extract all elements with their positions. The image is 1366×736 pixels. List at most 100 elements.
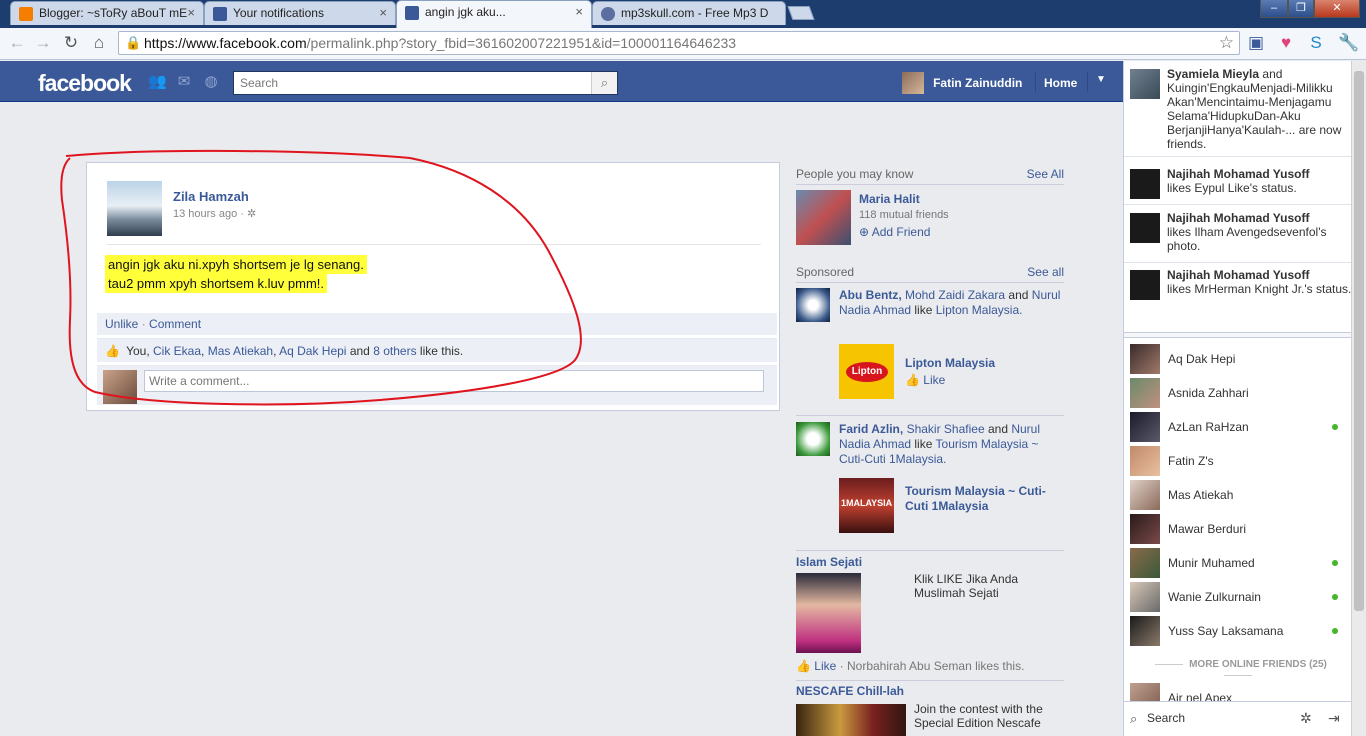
- notifications-globe-icon[interactable]: ◍: [202, 74, 220, 90]
- ad-image[interactable]: [796, 704, 906, 736]
- like-page-button[interactable]: 👍 Like: [796, 659, 836, 673]
- chat-friend[interactable]: Mawar Berduri: [1124, 514, 1352, 544]
- ticker-story[interactable]: Najihah Mohamad Yusoff likes Eypul Like's…: [1124, 167, 1352, 205]
- suggested-friend-name[interactable]: Maria Halit: [859, 192, 920, 206]
- facebook-logo[interactable]: facebook: [38, 70, 132, 97]
- forward-icon[interactable]: →: [32, 32, 54, 54]
- comment-input[interactable]: Write a comment...: [144, 370, 764, 392]
- address-bar[interactable]: 🔒 https://www.facebook.com/permalink.php…: [118, 31, 1240, 55]
- reload-icon[interactable]: ↻: [60, 32, 82, 54]
- gear-icon[interactable]: ✲: [247, 208, 256, 220]
- home-icon[interactable]: ⌂: [88, 32, 110, 54]
- author-name[interactable]: Zila Hamzah: [173, 189, 249, 204]
- avatar: [1130, 412, 1160, 442]
- liker-link[interactable]: Cik Ekaa: [153, 344, 201, 358]
- url-text: https://www.facebook.com/permalink.php?s…: [144, 35, 737, 51]
- divider: [107, 244, 761, 245]
- skype-icon[interactable]: S: [1306, 33, 1326, 53]
- ad-image[interactable]: [796, 573, 861, 653]
- add-friend-button[interactable]: ⊕ Add Friend: [859, 225, 930, 239]
- message-line: tau2 pmm xpyh shortsem k.luv pmm!.: [105, 274, 328, 293]
- close-tab-icon[interactable]: ×: [379, 5, 387, 20]
- divider: [796, 680, 1064, 681]
- thumbs-up-icon: 👍: [105, 344, 120, 358]
- search-icon[interactable]: ⌕: [591, 72, 617, 94]
- story-actions: Unlike · Comment: [97, 313, 777, 335]
- ad-title[interactable]: Islam Sejati: [796, 555, 862, 569]
- comment-link[interactable]: Comment: [149, 317, 201, 331]
- ad-nescafe: NESCAFE Chill-lah Join the contest with …: [796, 684, 1064, 736]
- ad-title[interactable]: Lipton Malaysia: [905, 356, 995, 370]
- chat-friend[interactable]: AzLan RaHzan: [1124, 412, 1352, 442]
- close-window-button[interactable]: ✕: [1314, 0, 1360, 18]
- page-scrollbar[interactable]: [1351, 61, 1366, 736]
- divider: [796, 550, 1064, 551]
- ticker-story[interactable]: Najihah Mohamad Yusoff likes MrHerman Kni…: [1124, 268, 1352, 320]
- chat-friend[interactable]: Wanie Zulkurnain: [1124, 582, 1352, 612]
- author-avatar[interactable]: [107, 181, 162, 236]
- see-all-link[interactable]: See all: [1027, 265, 1064, 279]
- user-name: Fatin Zainuddin: [933, 76, 1023, 90]
- lipton-logo[interactable]: Lipton: [839, 344, 894, 399]
- browser-tab-blogger[interactable]: Blogger: ~sToRy aBouT mE ×: [10, 1, 204, 25]
- browser-tab-strip: Blogger: ~sToRy aBouT mE × Your notifica…: [0, 0, 1366, 28]
- chat-friend[interactable]: Mas Atiekah: [1124, 480, 1352, 510]
- avatar: [796, 422, 830, 456]
- new-tab-button[interactable]: [787, 6, 815, 20]
- ad-tourism-malaysia: Farid Azlin, Shakir Shafiee and Nurul Na…: [796, 422, 1064, 542]
- chat-friend[interactable]: Air nel Apex: [1124, 683, 1352, 701]
- see-all-link[interactable]: See All: [1027, 167, 1064, 181]
- search-input[interactable]: Search ⌕: [233, 71, 618, 95]
- like-page-button[interactable]: 👍 Like: [905, 373, 945, 387]
- avatar: [1130, 213, 1160, 243]
- comment-box: Write a comment...: [97, 365, 777, 405]
- chat-friend[interactable]: Asnida Zahhari: [1124, 378, 1352, 408]
- heart-icon[interactable]: ♥: [1276, 33, 1296, 53]
- close-tab-icon[interactable]: ×: [187, 5, 195, 20]
- chat-friend[interactable]: Yuss Say Laksamana: [1124, 616, 1352, 646]
- unlike-link[interactable]: Unlike: [105, 317, 138, 331]
- browser-tab-active[interactable]: angin jgk aku... ×: [396, 0, 592, 28]
- liker-link[interactable]: Aq Dak Hepi: [279, 344, 346, 358]
- sponsored-header: Sponsored See all: [796, 258, 1064, 283]
- friend-suggestion-photo[interactable]: [796, 190, 851, 245]
- chat-friend[interactable]: Aq Dak Hepi: [1124, 344, 1352, 374]
- ad-title[interactable]: Tourism Malaysia ~ Cuti-Cuti 1Malaysia: [905, 484, 1055, 514]
- avatar: [103, 370, 137, 404]
- chat-friend[interactable]: Fatin Z's: [1124, 446, 1352, 476]
- minimize-button[interactable]: ‒: [1260, 0, 1288, 18]
- maximize-button[interactable]: ❐: [1288, 0, 1314, 18]
- chat-search-input[interactable]: Search: [1147, 711, 1185, 725]
- close-tab-icon[interactable]: ×: [575, 4, 583, 19]
- bookmark-star-icon[interactable]: ☆: [1219, 33, 1234, 53]
- ticker-story[interactable]: Syamiela Mieyla and Kuingin'EngkauMenjad…: [1124, 67, 1352, 157]
- user-profile-link[interactable]: Fatin Zainuddin: [902, 72, 1022, 94]
- online-indicator: [1332, 560, 1338, 566]
- tab-title: Your notifications: [233, 6, 324, 20]
- mutual-friends[interactable]: 118 mutual friends: [859, 209, 949, 221]
- ad-title[interactable]: NESCAFE Chill-lah: [796, 684, 904, 698]
- pop-out-icon[interactable]: ⇥: [1328, 710, 1340, 727]
- browser-tab-mp3skull[interactable]: mp3skull.com - Free Mp3 D: [592, 1, 786, 25]
- account-menu-chevron-down-icon[interactable]: ▼: [1096, 74, 1106, 85]
- home-link[interactable]: Home: [1044, 76, 1077, 90]
- friend-requests-icon[interactable]: 👥: [148, 74, 167, 90]
- messages-icon[interactable]: ✉: [175, 74, 193, 90]
- extension-icon[interactable]: ▣: [1246, 33, 1266, 53]
- lock-icon: 🔒: [125, 35, 142, 50]
- browser-tab-notifications[interactable]: Your notifications ×: [204, 1, 396, 25]
- wrench-icon[interactable]: 🔧: [1338, 33, 1359, 53]
- others-link[interactable]: 8 others: [373, 344, 416, 358]
- tourism-malaysia-logo[interactable]: 1MALAYSIA: [839, 478, 894, 533]
- scrollbar-thumb[interactable]: [1354, 71, 1364, 611]
- back-icon[interactable]: ←: [6, 32, 28, 54]
- liker-link[interactable]: Mas Atiekah: [208, 344, 273, 358]
- avatar: [1130, 378, 1160, 408]
- chat-friend[interactable]: Munir Muhamed: [1124, 548, 1352, 578]
- tab-title: angin jgk aku...: [425, 5, 506, 19]
- ticker-resize-handle[interactable]: [1124, 332, 1352, 338]
- gear-icon[interactable]: ✲: [1300, 710, 1312, 727]
- pymk-item: Maria Halit 118 mutual friends ⊕ Add Fri…: [796, 190, 1064, 245]
- story-timestamp[interactable]: 13 hours ago · ✲: [173, 207, 256, 220]
- ticker-story[interactable]: Najihah Mohamad Yusoff likes Ilham Avenge…: [1124, 211, 1352, 263]
